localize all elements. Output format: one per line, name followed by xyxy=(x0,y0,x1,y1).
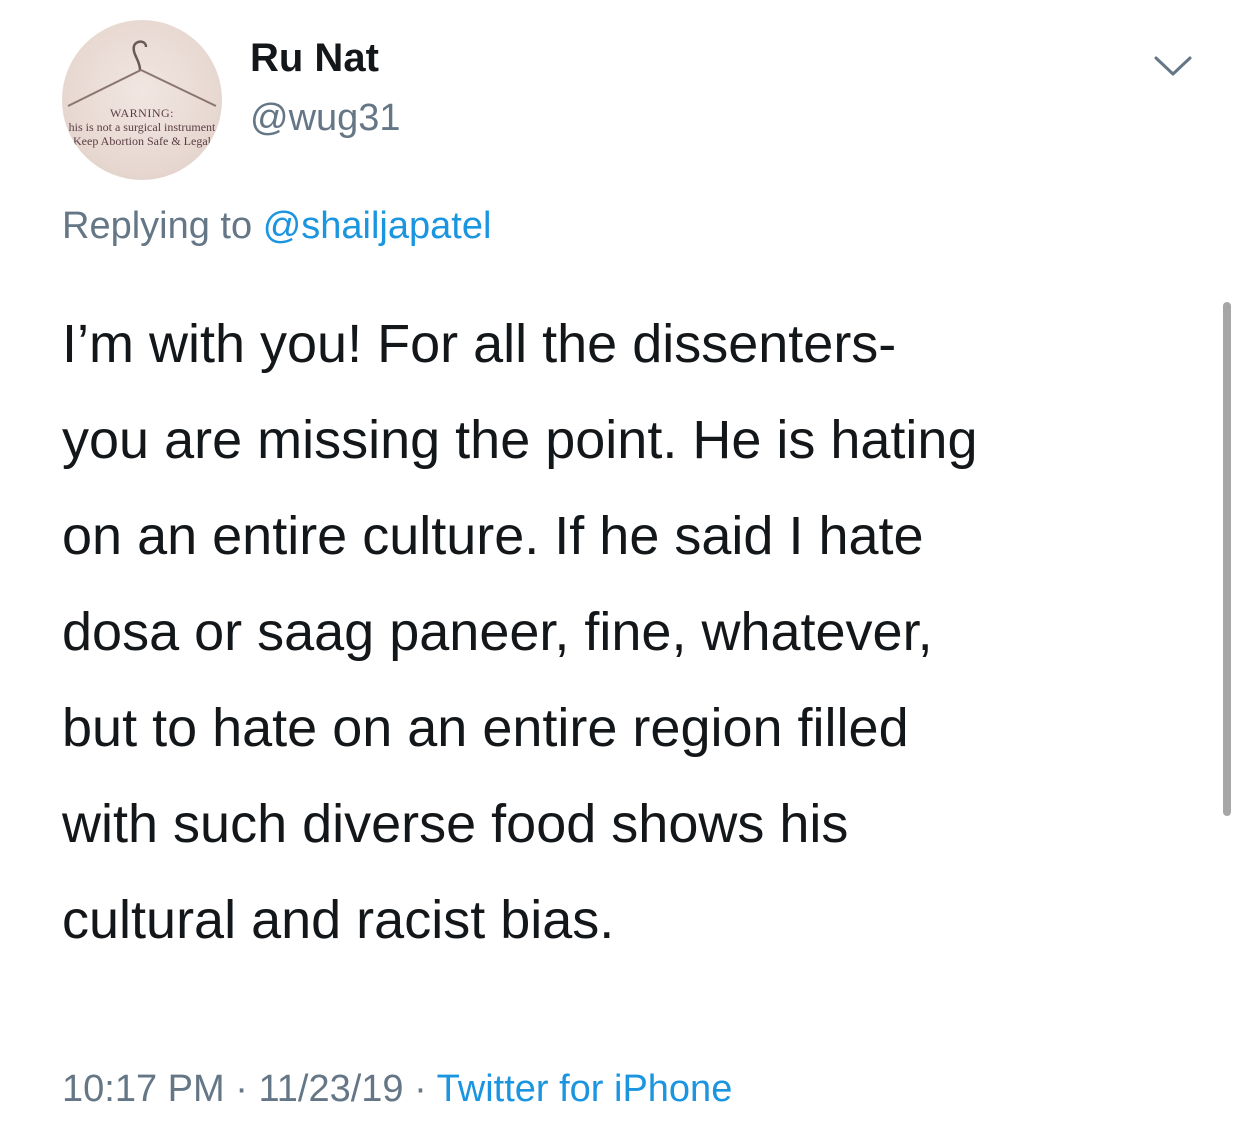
tweet-text-line: I’m with you! For all the dissenters- xyxy=(62,314,897,374)
reply-context: Replying to @shailjapatel xyxy=(62,205,491,248)
display-name[interactable]: Ru Nat xyxy=(250,36,379,81)
tweet-text-line: on an entire culture. If he said I hate xyxy=(62,506,924,566)
tweet-text: I’m with you! For all the dissenters- yo… xyxy=(62,296,1182,968)
avatar-text-line-2: Keep Abortion Safe & Legal xyxy=(73,134,211,148)
tweet-time[interactable]: 10:17 PM xyxy=(62,1068,225,1110)
tweet-text-line: cultural and racist bias. xyxy=(62,890,615,950)
separator-dot: · xyxy=(414,1068,427,1110)
avatar[interactable]: WARNING: his is not a surgical instrumen… xyxy=(62,20,222,180)
tweet-metadata: 10:17 PM · 11/23/19 · Twitter for iPhone xyxy=(62,1068,732,1111)
reply-to-link[interactable]: @shailjapatel xyxy=(263,205,492,247)
separator-dot: · xyxy=(235,1068,248,1110)
tweet-text-line: you are missing the point. He is hating xyxy=(62,410,978,470)
tweet-date[interactable]: 11/23/19 xyxy=(258,1068,403,1110)
avatar-text-line-1: his is not a surgical instrument xyxy=(68,120,216,134)
avatar-warning-text: WARNING: xyxy=(110,106,174,120)
tweet-text-line: dosa or saag paneer, fine, whatever, xyxy=(62,602,933,662)
chevron-down-icon[interactable] xyxy=(1152,50,1194,80)
tweet-source-link[interactable]: Twitter for iPhone xyxy=(437,1068,733,1110)
tweet-text-line: with such diverse food shows his xyxy=(62,794,849,854)
coat-hanger-icon xyxy=(67,40,217,107)
scrollbar[interactable] xyxy=(1223,302,1231,816)
reply-prefix: Replying to xyxy=(62,205,253,247)
user-handle[interactable]: @wug31 xyxy=(250,97,401,140)
tweet-text-line: but to hate on an entire region filled xyxy=(62,698,909,758)
